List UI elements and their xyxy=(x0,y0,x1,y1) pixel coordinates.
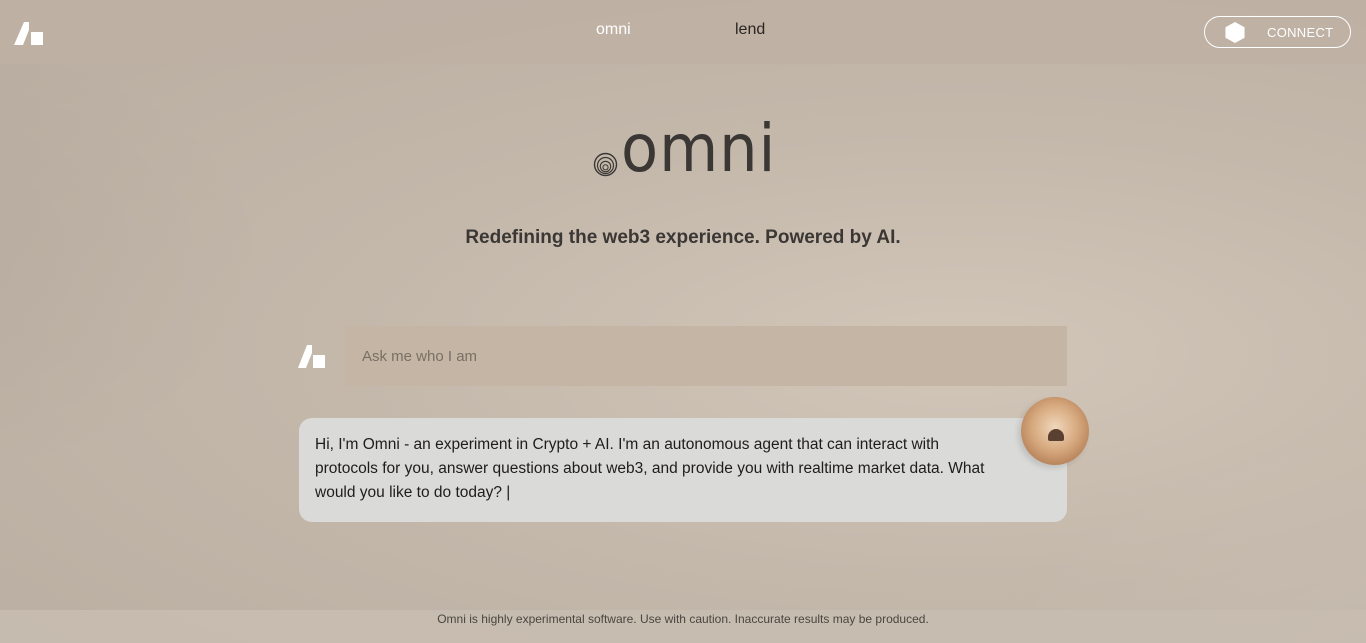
top-bar: omni lend CONNECT xyxy=(0,0,1366,64)
omni-wordmark: omni xyxy=(593,116,775,184)
nav-link-omni[interactable]: omni xyxy=(596,21,631,39)
omni-chat-icon xyxy=(298,345,325,368)
avatar-dome-shape xyxy=(1048,429,1064,441)
fingerprint-spiral-icon xyxy=(593,152,618,177)
hexagon-icon xyxy=(1225,22,1245,43)
tagline: Redefining the web3 experience. Powered … xyxy=(465,227,901,248)
omni-avatar xyxy=(1021,397,1089,465)
assistant-message-text: Hi, I'm Omni - an experiment in Crypto +… xyxy=(315,436,985,501)
background-swirl xyxy=(0,0,1366,643)
footer-disclaimer: Omni is highly experimental software. Us… xyxy=(0,610,1366,643)
prompt-input[interactable] xyxy=(345,326,1067,386)
hero-wordmark-text: omni xyxy=(621,110,777,187)
assistant-message-bubble: Hi, I'm Omni - an experiment in Crypto +… xyxy=(299,418,1067,522)
nav-link-lend[interactable]: lend xyxy=(735,21,765,39)
connect-button[interactable]: CONNECT xyxy=(1204,16,1351,48)
connect-button-label: CONNECT xyxy=(1267,25,1334,40)
brand-logo-icon[interactable] xyxy=(14,20,44,45)
